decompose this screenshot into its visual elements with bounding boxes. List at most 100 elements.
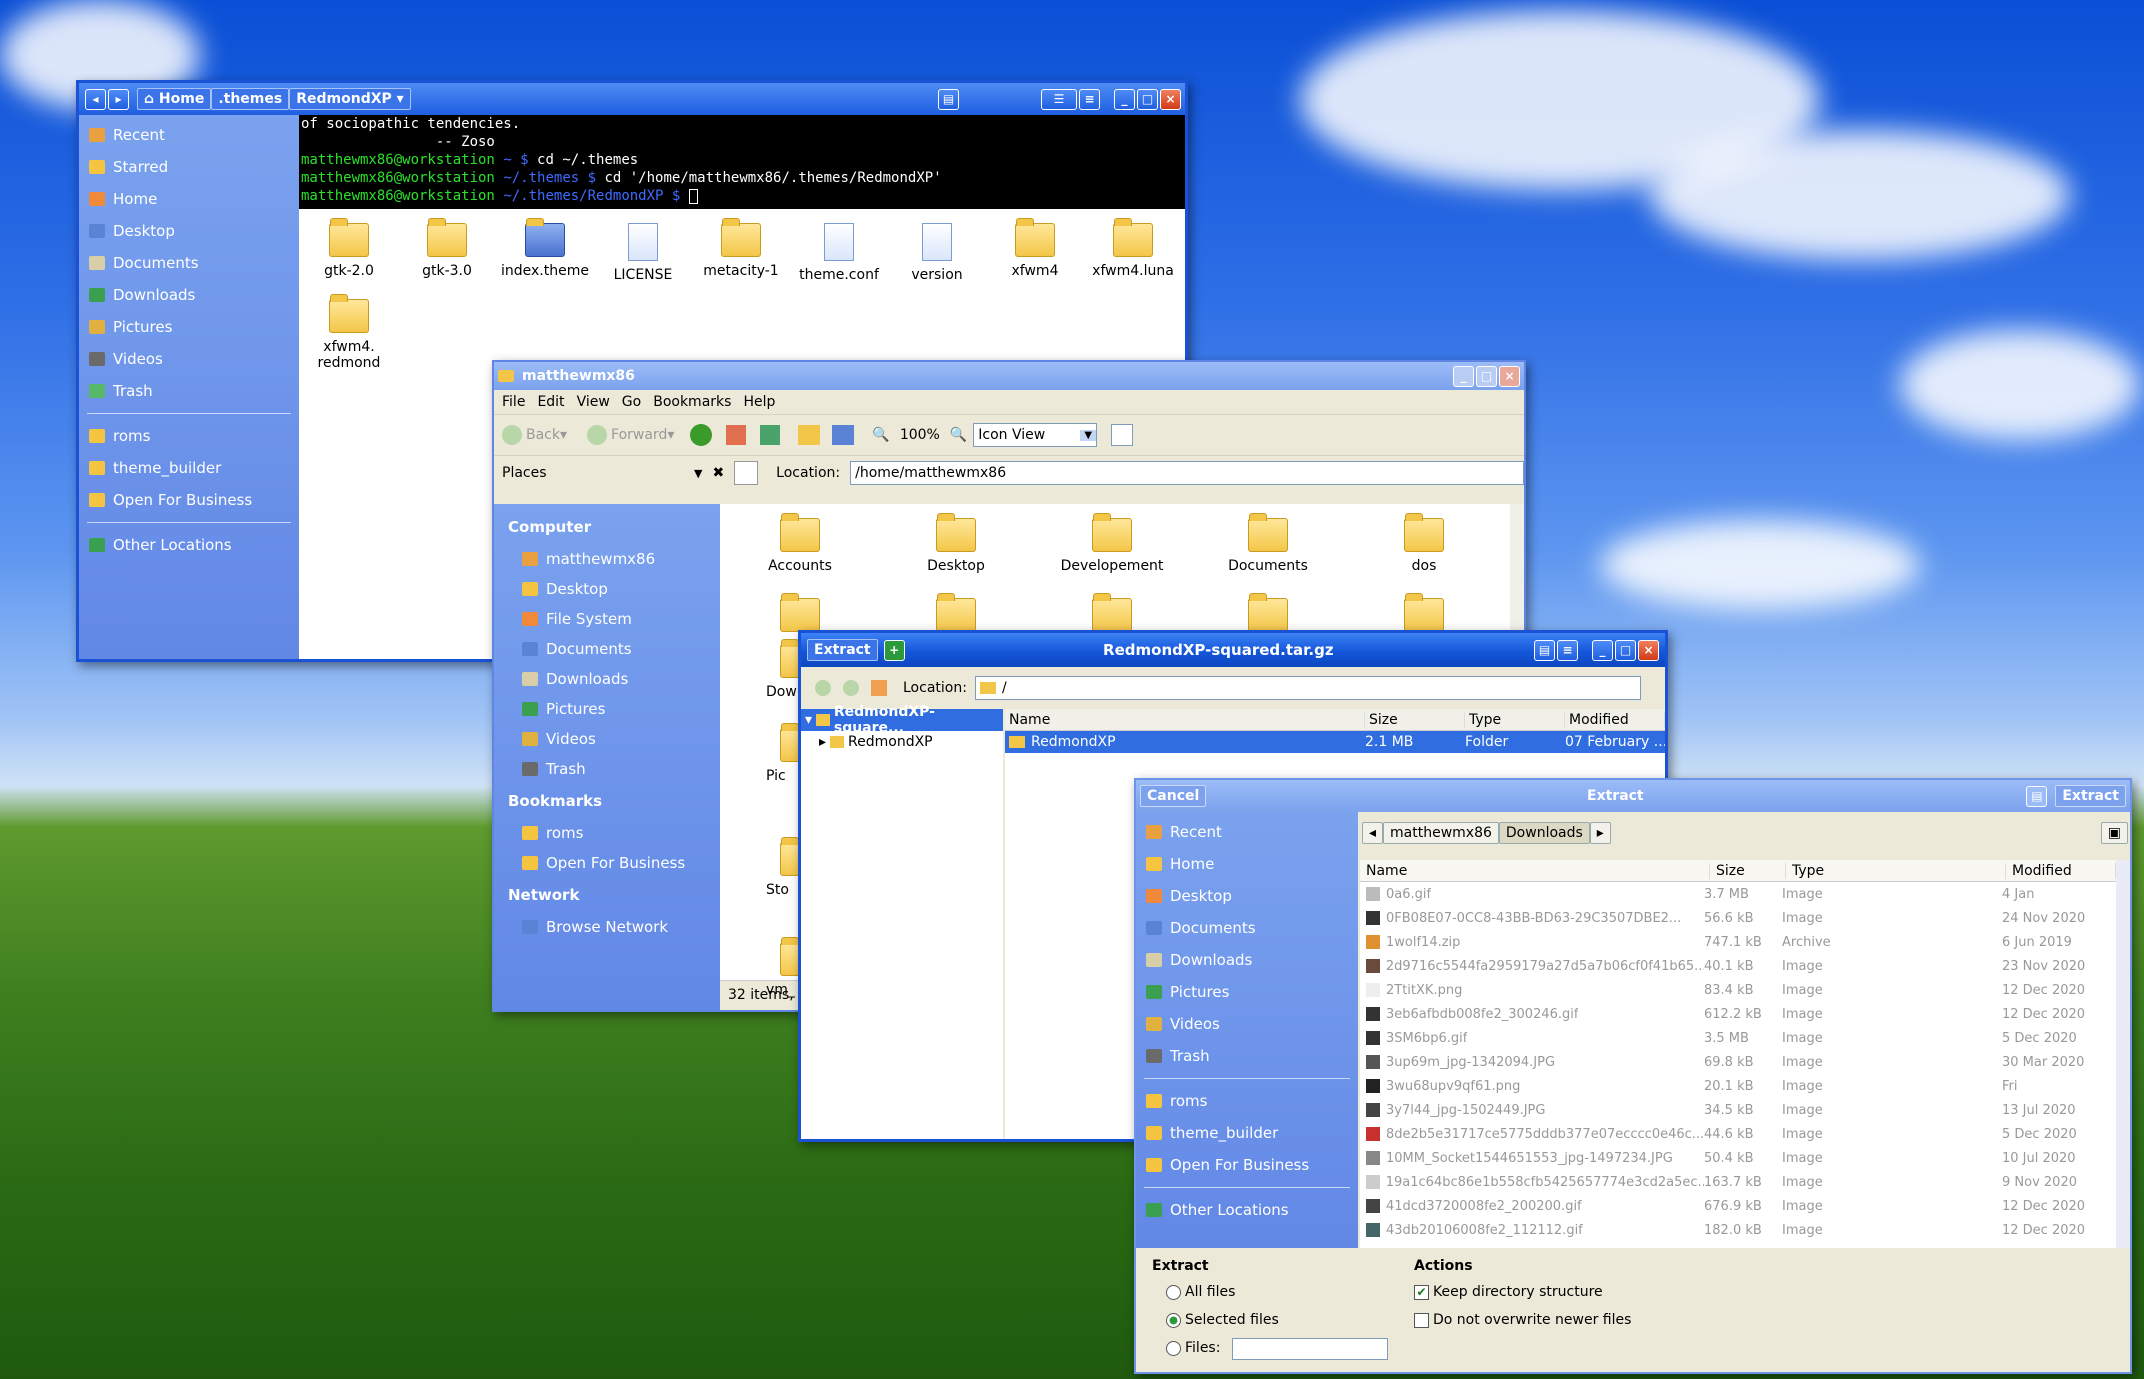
toggle-location-icon[interactable] [734, 461, 759, 485]
sidebar-item-documents[interactable]: Documents [79, 247, 299, 279]
files-pattern-input[interactable] [1232, 1338, 1388, 1360]
back-icon[interactable] [815, 680, 831, 696]
sidebar-item-desktop[interactable]: Desktop [1136, 880, 1358, 912]
close-button[interactable]: × [1638, 639, 1659, 661]
column-header-size[interactable]: Size [1710, 862, 1786, 879]
search-icon[interactable] [1111, 424, 1134, 446]
sidebar-item-browse-network[interactable]: Browse Network [494, 912, 720, 942]
sidebar-item-home[interactable]: Home [1136, 848, 1358, 880]
tree-root[interactable]: ▾ RedmondXP-square... [801, 704, 1003, 736]
table-row[interactable]: 3eb6afbdb008fe2_300246.gif 612.2 kB Image 1… [1360, 1002, 2116, 1026]
folder-icon[interactable] [1248, 593, 1288, 632]
table-row[interactable]: 1wolf14.zip 747.1 kB Archive 6 Jun 2019 [1360, 930, 2116, 954]
column-header-modified[interactable]: Modified [1565, 711, 1665, 728]
file-item[interactable]: Documents [1198, 513, 1338, 574]
sidebar-item-recent[interactable]: Recent [1136, 816, 1358, 848]
column-header-modified[interactable]: Modified [2006, 862, 2116, 879]
sidebar-item-roms[interactable]: roms [1136, 1085, 1358, 1117]
chevron-down-icon[interactable]: ▼ [694, 467, 702, 480]
file-item[interactable]: LICENSE [593, 223, 693, 283]
menu-file[interactable]: File [502, 394, 525, 410]
sidebar-item-theme-builder[interactable]: theme_builder [79, 452, 299, 484]
file-item[interactable]: theme.conf [789, 223, 889, 283]
table-row[interactable]: 0FB08E07-0CC8-43BB-BD63-29C3507DBE2... 56… [1360, 906, 2116, 930]
file-item[interactable]: xfwm4 [985, 218, 1085, 279]
terminal[interactable]: of sociopathic tendencies. -- Zoso matth… [299, 115, 1185, 209]
forward-icon[interactable] [843, 680, 859, 696]
sidebar-item-downloads[interactable]: Downloads [79, 279, 299, 311]
folder-icon[interactable] [780, 593, 820, 632]
view-select[interactable]: Icon View ▼ [973, 423, 1098, 447]
sidebar-item-open-for-business[interactable]: Open For Business [79, 484, 299, 516]
sidebar-item-starred[interactable]: Starred [79, 151, 299, 183]
menu-view[interactable]: View [577, 394, 610, 410]
create-folder-icon[interactable]: ▣ [2100, 822, 2128, 844]
minimize-button[interactable]: _ [1592, 639, 1613, 661]
stop-icon[interactable] [726, 425, 747, 445]
sidebar-item-videos[interactable]: Videos [494, 724, 720, 754]
column-header-type[interactable]: Type [1786, 862, 2006, 879]
sidebar-item-desktop[interactable]: Desktop [494, 574, 720, 604]
new-folder-icon[interactable]: ▤ [2026, 785, 2048, 807]
folder-icon[interactable] [1404, 593, 1444, 632]
zoom-in-icon[interactable]: 🔍 [950, 427, 967, 443]
cancel-button[interactable]: Cancel [1140, 785, 1207, 807]
table-row[interactable]: 3up69m_jpg-1342094.JPG 69.8 kB Image 30 Mar… [1360, 1050, 2116, 1074]
table-row[interactable]: 2d9716c5544fa2959179a27d5a7b06cf0f41b65.… [1360, 954, 2116, 978]
files-radio[interactable]: Files: [1166, 1340, 1220, 1356]
location-input[interactable]: /home/matthewmx86 [850, 461, 1524, 485]
location-input[interactable]: / [974, 676, 1641, 700]
sidebar-item-videos[interactable]: Videos [79, 343, 299, 375]
file-item[interactable]: index.theme [495, 218, 595, 279]
back-button[interactable]: Back ▾ [502, 425, 567, 445]
path-downloads[interactable]: Downloads [1498, 822, 1590, 844]
file-item[interactable]: xfwm4. redmond [299, 294, 399, 371]
path-left-icon[interactable]: ◂ [1362, 822, 1384, 844]
sidebar-item-other-locations[interactable]: Other Locations [1136, 1194, 1358, 1226]
bookmark-icon[interactable]: ▤ [938, 88, 959, 110]
table-row[interactable]: 41dcd3720008fe2_200200.gif 676.9 kB Image 1… [1360, 1194, 2116, 1218]
file-item[interactable]: metacity-1 [691, 218, 791, 279]
menu-edit[interactable]: Edit [537, 394, 564, 410]
view-options-icon[interactable]: ☰ [1041, 88, 1077, 110]
menu-go[interactable]: Go [622, 394, 641, 410]
selected-files-radio[interactable]: Selected files [1166, 1312, 1279, 1328]
reload-icon[interactable] [760, 425, 781, 445]
file-item[interactable]: dos [1354, 513, 1494, 574]
places-selector[interactable]: Places [494, 465, 694, 481]
sidebar-item-other-locations[interactable]: Other Locations [79, 529, 299, 561]
sidebar-item-file-system[interactable]: File System [494, 604, 720, 634]
table-row[interactable]: 43db20106008fe2_112112.gif 182.0 kB Image 1… [1360, 1218, 2116, 1242]
folder-icon[interactable] [936, 593, 976, 632]
up-icon[interactable] [690, 424, 713, 446]
file-item[interactable]: gtk-3.0 [397, 218, 497, 279]
sidebar-item-home[interactable]: Home [79, 183, 299, 215]
add-icon[interactable]: + [883, 639, 905, 661]
crumb-redmondxp[interactable]: RedmondXP ▾ [289, 88, 411, 110]
computer-icon[interactable] [832, 425, 855, 445]
extract-button[interactable]: Extract [807, 639, 878, 661]
table-row[interactable]: 3y7l44_jpg-1502449.JPG 34.5 kB Image 13 Jul… [1360, 1098, 2116, 1122]
table-row[interactable]: 0a6.gif 3.7 MB Image 4 Jan [1360, 882, 2116, 906]
close-button[interactable]: × [1160, 88, 1181, 110]
sidebar-item-recent[interactable]: Recent [79, 119, 299, 151]
table-row[interactable]: 3SM6bp6.gif 3.5 MB Image 5 Dec 2020 [1360, 1026, 2116, 1050]
maximize-button[interactable]: □ [1137, 88, 1158, 110]
file-item[interactable]: Accounts [730, 513, 870, 574]
maximize-button[interactable]: □ [1615, 639, 1636, 661]
menu-icon[interactable]: ≡ [1079, 88, 1100, 110]
forward-button[interactable]: Forward ▾ [587, 425, 674, 445]
sidebar-item-open-for-business[interactable]: Open For Business [494, 848, 720, 878]
all-files-radio[interactable]: All files [1166, 1284, 1235, 1300]
keep-structure-checkbox[interactable]: ✔ Keep directory structure [1414, 1284, 1603, 1300]
path-right-icon[interactable]: ▸ [1589, 822, 1611, 844]
home-icon[interactable] [798, 425, 821, 445]
menu-bookmarks[interactable]: Bookmarks [653, 394, 731, 410]
find-icon[interactable]: ▤ [1534, 639, 1555, 661]
table-row[interactable]: 10MM_Socket1544651553_jpg-1497234.JPG 50.… [1360, 1146, 2116, 1170]
sidebar-item-theme-builder[interactable]: theme_builder [1136, 1117, 1358, 1149]
sidebar-item-desktop[interactable]: Desktop [79, 215, 299, 247]
sidebar-item-trash[interactable]: Trash [1136, 1040, 1358, 1072]
back-icon[interactable]: ◂ [85, 88, 106, 110]
crumb-themes[interactable]: .themes [211, 88, 290, 110]
